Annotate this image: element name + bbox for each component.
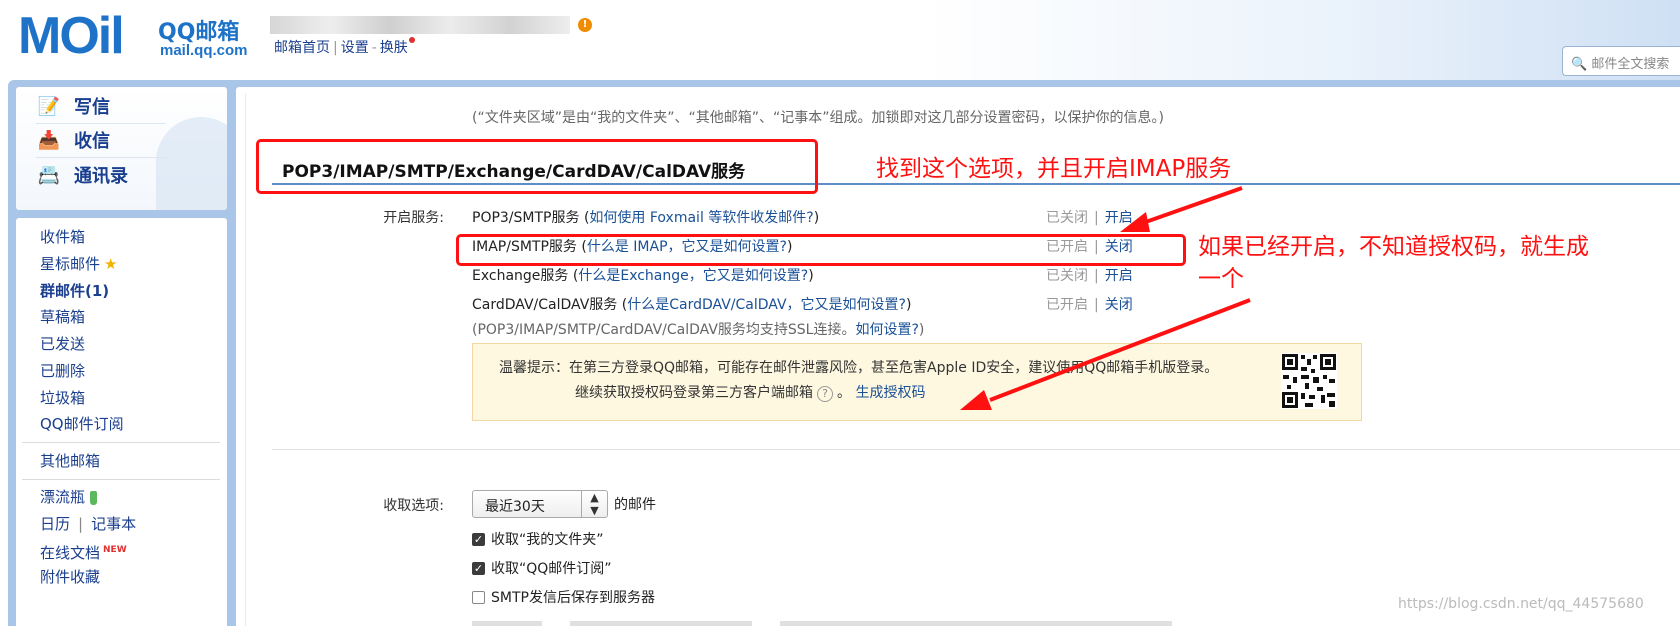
arrow-head-imap	[1120, 212, 1150, 232]
arrow-to-imap	[1139, 186, 1243, 226]
watermark: https://blog.csdn.net/qq_44575680	[1398, 596, 1644, 612]
arrow-head-generate	[960, 390, 992, 410]
annotation-arrows	[960, 186, 1251, 410]
arrow-to-generate	[989, 298, 1251, 402]
